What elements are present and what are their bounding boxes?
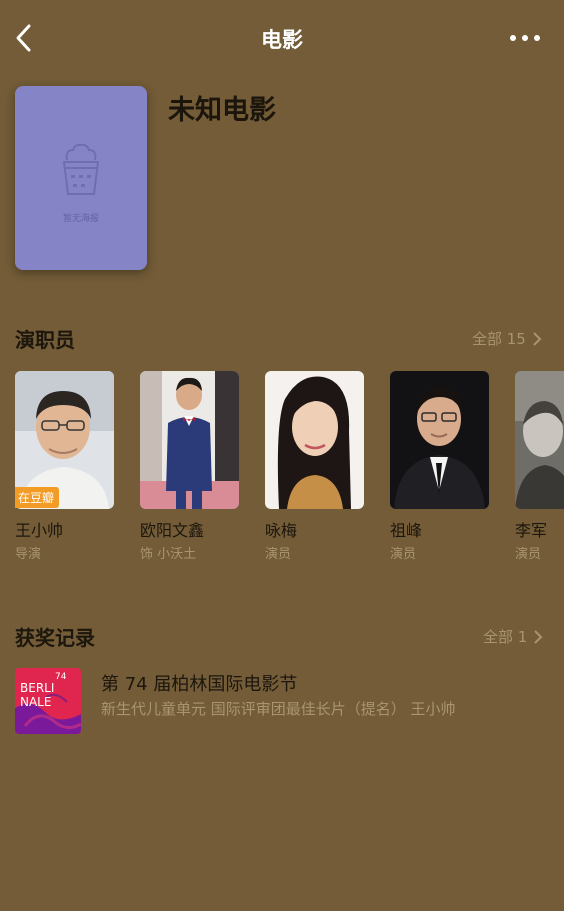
movie-poster[interactable]: 暂无海报 bbox=[15, 86, 147, 270]
berlinale-logo: 74 BERLI NALE bbox=[15, 668, 81, 734]
cast-role: 演员 bbox=[265, 547, 292, 562]
cast-name: 李军 bbox=[515, 521, 548, 540]
award-description: 新生代儿童单元 国际评审团最佳长片（提名） 王小帅 bbox=[101, 700, 456, 718]
cast-name: 王小帅 bbox=[15, 521, 64, 540]
cast-view-all-label: 全部 15 bbox=[472, 330, 526, 348]
page-title: 电影 bbox=[261, 28, 303, 52]
cast-role: 导演 bbox=[15, 547, 42, 562]
awards-view-all-label: 全部 1 bbox=[483, 628, 528, 646]
cast-view-all-link[interactable]: 全部 15 bbox=[472, 328, 542, 349]
cast-photo bbox=[265, 371, 364, 509]
cast-role: 饰 小沃土 bbox=[140, 547, 197, 562]
cast-name: 欧阳文鑫 bbox=[140, 521, 205, 540]
navbar: 电影 bbox=[0, 0, 564, 76]
awards-view-all-link[interactable]: 全部 1 bbox=[483, 626, 543, 647]
cast-role: 演员 bbox=[515, 547, 542, 562]
poster-placeholder-text: 暂无海报 bbox=[62, 214, 99, 224]
cast-photo bbox=[515, 371, 564, 509]
cast-section-title: 演职员 bbox=[15, 328, 75, 352]
cast-list: 在豆瓣 王小帅 导演 欧阳文鑫 饰 小沃土 咏梅 演员 祖峰 演员 李军 演员 bbox=[15, 371, 564, 571]
douban-badge: 在豆瓣 bbox=[15, 487, 60, 508]
svg-text:74: 74 bbox=[55, 672, 67, 682]
more-options-button[interactable] bbox=[508, 26, 542, 50]
popcorn-icon bbox=[62, 143, 100, 195]
svg-text:BERLI: BERLI bbox=[20, 681, 54, 695]
award-item[interactable]: 74 BERLI NALE 第 74 届柏林国际电影节 新生代儿童单元 国际评审… bbox=[15, 668, 555, 738]
cast-name: 咏梅 bbox=[265, 521, 298, 540]
cast-name: 祖峰 bbox=[390, 521, 423, 540]
award-title: 第 74 届柏林国际电影节 bbox=[101, 674, 298, 695]
chevron-left-icon bbox=[16, 24, 31, 52]
cast-photo bbox=[140, 371, 239, 509]
svg-text:NALE: NALE bbox=[20, 695, 51, 709]
back-button[interactable] bbox=[10, 22, 42, 54]
cast-photo bbox=[390, 371, 489, 509]
awards-section-title: 获奖记录 bbox=[15, 626, 95, 650]
chevron-right-icon bbox=[533, 331, 542, 346]
movie-title: 未知电影 bbox=[168, 95, 276, 126]
cast-role: 演员 bbox=[390, 547, 417, 562]
more-dots-icon bbox=[510, 35, 540, 41]
chevron-right-icon bbox=[534, 629, 543, 644]
